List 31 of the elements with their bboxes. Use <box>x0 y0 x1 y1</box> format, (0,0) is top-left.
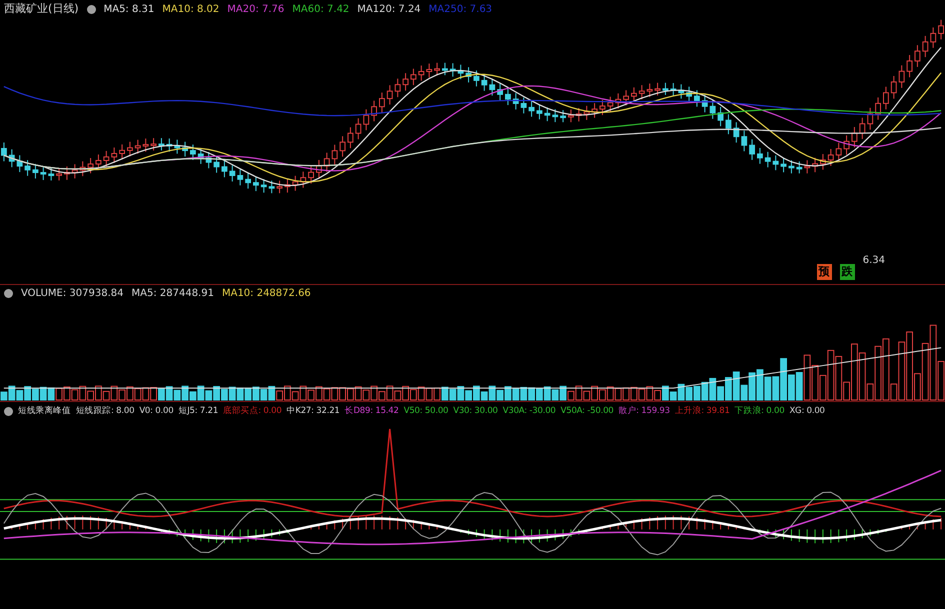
indicator-title: 短线乘离峰值 <box>18 404 71 418</box>
low-price-label: 6.34 <box>862 254 885 268</box>
legend-value: MA20: 7.76 <box>227 2 284 16</box>
legend-value: V0: 0.00 <box>139 404 174 418</box>
legend-value: VOLUME: 307938.84 <box>21 286 124 300</box>
stock-title: 西藏矿业(日线) <box>4 0 79 17</box>
legend-value: 下跌浪: 0.00 <box>734 404 784 418</box>
legend-value: 上升浪: 39.81 <box>674 404 730 418</box>
legend-value: MA120: 7.24 <box>357 2 421 16</box>
signal-tag: 预 <box>816 264 832 280</box>
legend-value: 中K27: 32.21 <box>286 404 340 418</box>
legend-value: 短线跟踪: 8.00 <box>76 404 134 418</box>
circle-toggle-icon[interactable] <box>4 288 13 298</box>
legend-value: V50: 50.00 <box>404 404 448 418</box>
legend-value: MA250: 7.63 <box>428 2 492 16</box>
legend-value: V50A: -50.00 <box>560 404 614 418</box>
legend-value: MA10: 8.02 <box>162 2 220 16</box>
legend-value: MA60: 7.42 <box>292 2 350 16</box>
signal-tag: 跌 <box>840 264 855 280</box>
circle-toggle-icon[interactable] <box>86 4 96 14</box>
legend-value: MA10: 248872.66 <box>222 286 311 300</box>
legend-value: V30: 30.00 <box>453 404 498 418</box>
legend-value: 长D89: 15.42 <box>344 404 399 418</box>
legend-value: MA5: 287448.91 <box>132 286 214 300</box>
legend-value: 底部买点: 0.00 <box>223 404 282 418</box>
legend-value: MA5: 8.31 <box>104 2 154 16</box>
legend-value: V30A: -30.00 <box>502 404 556 418</box>
legend-value: XG: 0.00 <box>789 404 825 418</box>
circle-toggle-icon[interactable] <box>4 406 13 416</box>
legend-value: 短J5: 7.21 <box>178 404 218 418</box>
legend-value: 散户: 159.93 <box>618 404 670 418</box>
